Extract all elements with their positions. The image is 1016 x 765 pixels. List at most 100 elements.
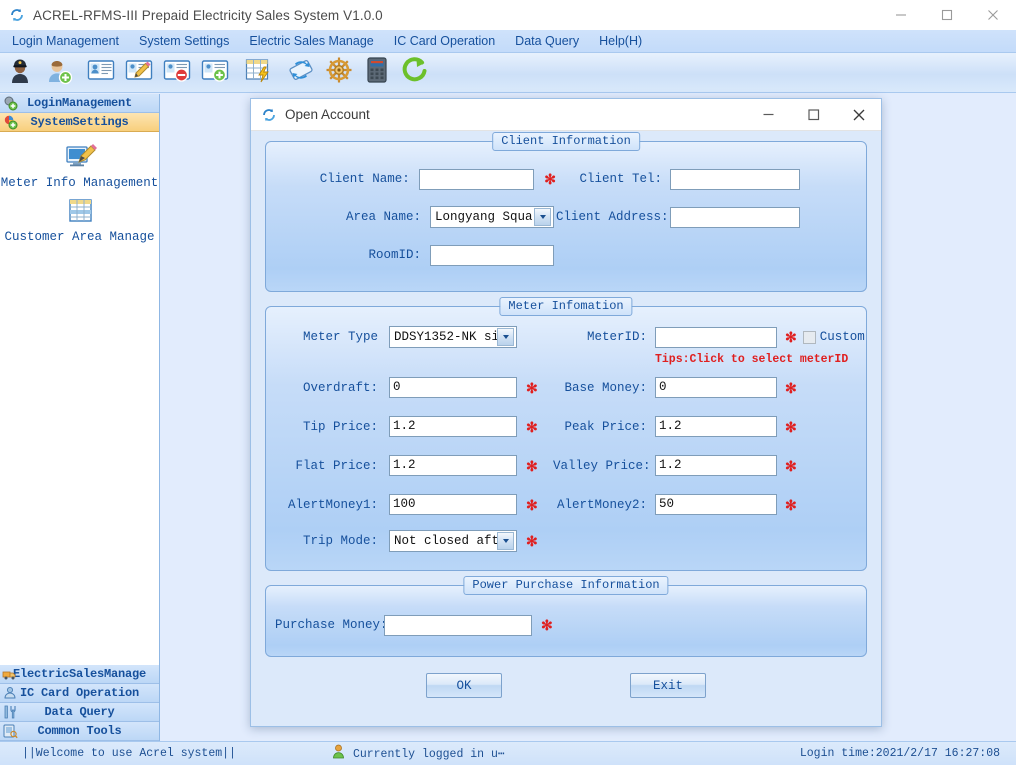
toolbar-police-officer-button[interactable] bbox=[2, 55, 38, 91]
flat-price-input[interactable]: 1.2 bbox=[389, 455, 517, 476]
room-id-label: RoomID: bbox=[266, 248, 421, 262]
sidebar-group-login-management[interactable]: LoginManagement bbox=[0, 94, 159, 113]
tip-price-row: Tip Price: 1.2 ✻ Peak Price: 1.2 ✻ bbox=[266, 407, 866, 446]
sidebar-item-meter-info-management[interactable]: Meter Info Management bbox=[0, 142, 159, 190]
toolbar-ship-wheel-button[interactable] bbox=[321, 55, 357, 91]
client-name-row: Client Name: ✻ Client Tel: bbox=[266, 162, 866, 196]
trip-mode-row: Trip Mode: Not closed after ✻ bbox=[266, 524, 866, 558]
dialog-close-icon[interactable] bbox=[836, 99, 881, 131]
toolbar-calculator-button[interactable] bbox=[359, 55, 395, 91]
valley-price-required-marker: ✻ bbox=[785, 459, 797, 473]
data-query-icon bbox=[2, 704, 18, 720]
purchase-money-input[interactable] bbox=[384, 615, 532, 636]
toolbar-client-card-button[interactable] bbox=[83, 55, 119, 91]
meter-type-label: Meter Type bbox=[266, 330, 378, 344]
alert-money1-input[interactable]: 100 bbox=[389, 494, 517, 515]
sidebar-group-common-tools[interactable]: Common Tools bbox=[0, 722, 159, 741]
tip-price-input[interactable]: 1.2 bbox=[389, 416, 517, 437]
client-address-input[interactable] bbox=[670, 207, 800, 228]
statusbar: ||Welcome to use Acrel system|| Currentl… bbox=[0, 741, 1016, 765]
alert-money1-required-marker: ✻ bbox=[526, 498, 538, 512]
client-tel-input[interactable] bbox=[670, 169, 800, 190]
sidebar-group-label: Data Query bbox=[0, 705, 159, 719]
chevron-down-icon[interactable] bbox=[497, 328, 514, 346]
menu-data-query[interactable]: Data Query bbox=[505, 30, 589, 52]
area-name-value: Longyang Square bbox=[431, 210, 534, 224]
custom-checkbox[interactable] bbox=[803, 331, 816, 344]
meter-id-input[interactable] bbox=[655, 327, 777, 348]
client-information-fields: Client Name: ✻ Client Tel: Area Name: bbox=[266, 142, 866, 286]
ship-wheel-icon bbox=[324, 55, 354, 90]
sidebar-group-ic-card-operation[interactable]: IC Card Operation bbox=[0, 684, 159, 703]
menu-help[interactable]: Help(H) bbox=[589, 30, 652, 52]
custom-checkbox-wrap[interactable]: Custom bbox=[803, 330, 865, 344]
menu-ic-card-operation[interactable]: IC Card Operation bbox=[384, 30, 505, 52]
meter-type-value: DDSY1352-NK sing bbox=[390, 330, 497, 344]
chevron-down-icon[interactable] bbox=[534, 208, 551, 226]
room-id-input[interactable] bbox=[430, 245, 554, 266]
minimize-icon[interactable] bbox=[878, 0, 924, 30]
statusbar-logged-in-text: Currently logged in u⋯ bbox=[353, 746, 505, 761]
chevron-down-icon[interactable] bbox=[497, 532, 514, 550]
dialog-titlebar: Open Account bbox=[251, 99, 881, 131]
toolbar-card-swap-button[interactable] bbox=[283, 55, 319, 91]
alert-money2-label: AlertMoney2: bbox=[553, 498, 647, 512]
sidebar-item-customer-area-manage[interactable]: Customer Area Manage bbox=[0, 196, 159, 244]
toolbar-client-card-delete-button[interactable] bbox=[159, 55, 195, 91]
menu-electric-sales-manage[interactable]: Electric Sales Manage bbox=[239, 30, 383, 52]
meter-info-icon bbox=[63, 142, 97, 172]
tip-price-label: Tip Price: bbox=[266, 420, 378, 434]
client-name-input[interactable] bbox=[419, 169, 535, 190]
system-settings-icon bbox=[2, 114, 18, 130]
client-card-add-icon bbox=[200, 55, 230, 90]
overdraft-input[interactable]: 0 bbox=[389, 377, 517, 398]
alert-money2-input[interactable]: 50 bbox=[655, 494, 777, 515]
meter-information-group: Meter Infomation Meter Type DDSY1352-NK … bbox=[265, 306, 867, 571]
peak-price-label: Peak Price: bbox=[553, 420, 647, 434]
peak-price-input[interactable]: 1.2 bbox=[655, 416, 777, 437]
menu-login-management[interactable]: Login Management bbox=[2, 30, 129, 52]
sidebar-group-data-query[interactable]: Data Query bbox=[0, 703, 159, 722]
meter-type-select[interactable]: DDSY1352-NK sing bbox=[389, 326, 517, 348]
maximize-icon[interactable] bbox=[924, 0, 970, 30]
area-name-select[interactable]: Longyang Square bbox=[430, 206, 554, 228]
trip-mode-label: Trip Mode: bbox=[266, 534, 378, 548]
statusbar-user-info: Currently logged in u⋯ bbox=[332, 744, 505, 763]
close-icon[interactable] bbox=[970, 0, 1016, 30]
client-address-label: Client Address: bbox=[556, 210, 662, 224]
toolbar-meter-table-button[interactable] bbox=[240, 55, 276, 91]
exit-button[interactable]: Exit bbox=[630, 673, 706, 698]
power-purchase-fields: Purchase Money: ✻ bbox=[266, 586, 866, 656]
sidebar-bottom-groups: ElectricSalesManage IC Card Operation bbox=[0, 665, 159, 741]
flat-price-label: Flat Price: bbox=[266, 459, 378, 473]
trip-mode-select[interactable]: Not closed after bbox=[389, 530, 517, 552]
dialog-minimize-icon[interactable] bbox=[746, 99, 791, 131]
ok-button[interactable]: OK bbox=[426, 673, 502, 698]
valley-price-input[interactable]: 1.2 bbox=[655, 455, 777, 476]
toolbar-refresh-button[interactable] bbox=[397, 55, 433, 91]
alert-money1-label: AlertMoney1: bbox=[266, 498, 378, 512]
tip-price-required-marker: ✻ bbox=[526, 420, 538, 434]
sidebar-group-electric-sales-manage[interactable]: ElectricSalesManage bbox=[0, 665, 159, 684]
sidebar-group-system-settings[interactable]: SystemSettings bbox=[0, 113, 159, 132]
statusbar-welcome: ||Welcome to use Acrel system|| bbox=[22, 747, 236, 760]
sidebar-group-label: SystemSettings bbox=[0, 115, 159, 129]
common-tools-icon bbox=[2, 723, 18, 739]
dialog-button-row: OK Exit bbox=[265, 673, 867, 698]
refresh-circular-icon bbox=[9, 7, 25, 23]
menu-system-settings[interactable]: System Settings bbox=[129, 30, 239, 52]
sidebar: LoginManagement SystemSettings bbox=[0, 94, 160, 741]
toolbar-add-user-button[interactable] bbox=[40, 55, 76, 91]
calculator-icon bbox=[362, 55, 392, 90]
refresh-arrow-icon bbox=[400, 55, 430, 90]
toolbar-client-card-add-button[interactable] bbox=[197, 55, 233, 91]
application-window: ACREL-RFMS-III Prepaid Electricity Sales… bbox=[0, 0, 1016, 765]
meter-table-power-icon bbox=[243, 55, 273, 90]
peak-price-required-marker: ✻ bbox=[785, 420, 797, 434]
base-money-input[interactable]: 0 bbox=[655, 377, 777, 398]
toolbar-client-card-edit-button[interactable] bbox=[121, 55, 157, 91]
power-purchase-information-group: Power Purchase Information Purchase Mone… bbox=[265, 585, 867, 657]
user-icon bbox=[332, 744, 345, 763]
toolbar bbox=[0, 53, 1016, 93]
dialog-maximize-icon[interactable] bbox=[791, 99, 836, 131]
